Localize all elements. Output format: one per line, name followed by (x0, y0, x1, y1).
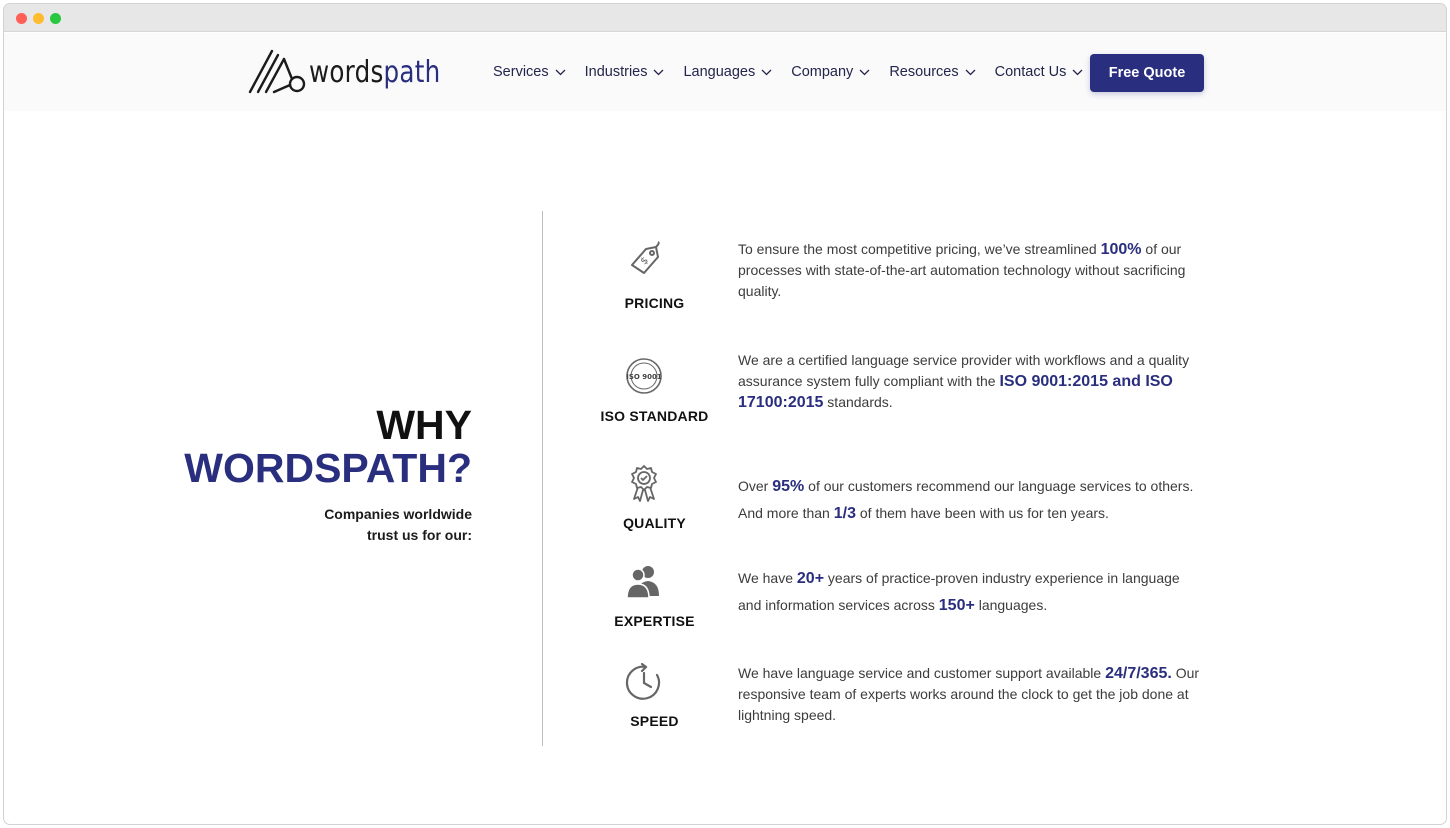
chevron-down-icon (555, 69, 566, 75)
feature-pricing: $ PRICING To ensure the most competitive… (594, 239, 1214, 319)
price-tag-icon: $ (631, 241, 660, 274)
feature-expertise: EXPERTISE We have 20+ years of practice-… (594, 562, 1214, 642)
feature-description: Over 95% of our customers recommend our … (738, 473, 1200, 527)
chevron-down-icon (965, 69, 976, 75)
feature-description: We are a certified language service prov… (738, 350, 1200, 413)
highlight-stat: 20+ (796, 570, 825, 587)
highlight-stat: 95% (772, 478, 805, 495)
free-quote-button[interactable]: Free Quote (1090, 54, 1204, 92)
text-segment: We have (738, 570, 797, 586)
chevron-down-icon (859, 69, 870, 75)
text-segment: To ensure the most competitive pricing, … (738, 241, 1101, 257)
chevron-down-icon (654, 69, 664, 75)
text-segment: Over (738, 478, 773, 494)
highlight-stat: 100% (1100, 241, 1142, 258)
feature-label: PRICING (624, 295, 685, 311)
why-wordspath-heading: WHY WORDSPATH? Companies worldwide trust… (154, 404, 472, 546)
minimize-window-button[interactable] (33, 13, 44, 24)
chevron-down-icon (1072, 69, 1083, 75)
subtitle-line-1: Companies worldwide (324, 506, 472, 522)
clock-icon (625, 663, 661, 700)
feature-description: We have language service and customer su… (738, 663, 1200, 726)
feature-description: We have 20+ years of practice-proven ind… (738, 565, 1200, 619)
award-ribbon-icon (631, 465, 657, 502)
iso-badge-text: ISO 9001 (626, 373, 662, 381)
highlight-stat: 150+ (938, 597, 975, 614)
feature-label: EXPERTISE (614, 613, 695, 629)
nav-services-label: Services (493, 64, 549, 80)
feature-quality: QUALITY Over 95% of our customers recomm… (594, 463, 1214, 543)
close-window-button[interactable] (16, 13, 27, 24)
feature-label: ISO STANDARD (600, 408, 709, 424)
nav-services[interactable]: Services (493, 64, 566, 80)
highlight-stat: 1/3 (833, 505, 856, 522)
feature-label: QUALITY (623, 515, 686, 531)
nav-industries-label: Industries (584, 64, 648, 80)
iso-certified-icon: ISO 9001 (626, 358, 662, 394)
browser-window: wordspath Services Industries Languages … (3, 3, 1447, 825)
title-bar (4, 4, 1446, 32)
text-segment: We have language service and customer su… (738, 665, 1106, 681)
highlight-stat: 24/7/365. (1105, 665, 1172, 682)
nav-resources-label: Resources (889, 64, 959, 80)
section-divider (542, 211, 543, 746)
feature-iso-standard: ISO 9001 ISO STANDARD We are a certified… (594, 350, 1214, 430)
nav-contact-us[interactable]: Contact Us (995, 64, 1084, 80)
text-segment: standards. (823, 394, 893, 410)
chevron-down-icon (761, 69, 772, 75)
heading-line-brand: WORDSPATH? (184, 445, 472, 491)
nav-company-label: Company (791, 64, 854, 80)
feature-speed: SPEED We have language service and custo… (594, 663, 1214, 743)
main-nav: Services Industries Languages Company Re… (493, 33, 1102, 111)
logo-mark-icon (248, 49, 306, 94)
nav-company[interactable]: Company (791, 64, 870, 80)
nav-languages[interactable]: Languages (683, 64, 772, 80)
text-segment: of them have been with us for ten years. (855, 505, 1109, 521)
nav-resources[interactable]: Resources (889, 64, 976, 80)
nav-languages-label: Languages (683, 64, 756, 80)
people-icon (626, 566, 659, 599)
wordspath-logo[interactable]: wordspath (248, 47, 440, 95)
nav-contact-us-label: Contact Us (994, 64, 1067, 80)
text-segment: languages. (974, 597, 1048, 613)
heading-line-why: WHY (376, 402, 472, 448)
svg-text:$: $ (639, 255, 651, 267)
heading-subtitle: Companies worldwide trust us for our: (154, 504, 472, 546)
subtitle-line-2: trust us for our: (367, 527, 472, 543)
logo-wordmark: wordspath (309, 55, 441, 90)
site-header: wordspath Services Industries Languages … (4, 33, 1446, 111)
nav-industries[interactable]: Industries (585, 64, 665, 80)
feature-description: To ensure the most competitive pricing, … (738, 239, 1200, 302)
maximize-window-button[interactable] (50, 13, 61, 24)
feature-label: SPEED (630, 713, 679, 729)
